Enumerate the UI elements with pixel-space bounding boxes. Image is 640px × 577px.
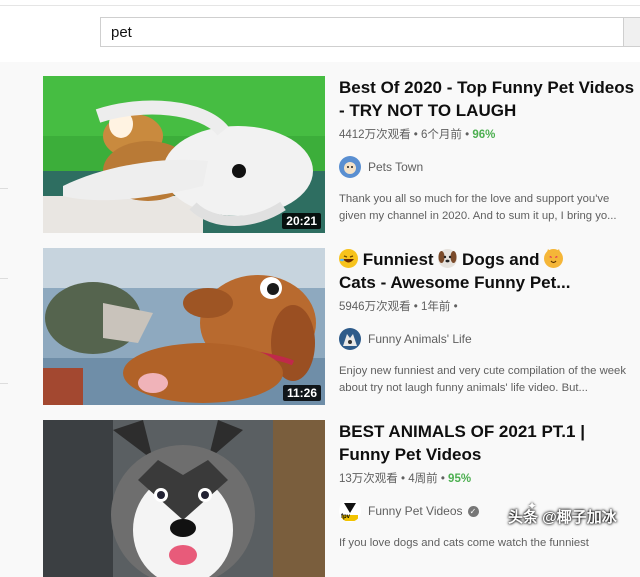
channel-name[interactable]: Funny Animals' Life	[368, 332, 472, 346]
channel-name[interactable]: Funny Pet Videos	[368, 504, 463, 518]
video-description: Thank you all so much for the love and s…	[339, 193, 617, 222]
cat-face-icon	[544, 249, 564, 268]
upload-age: 6个月前	[421, 129, 462, 141]
thumbnail-image	[43, 248, 325, 405]
video-meta: 5946万次观看 • 1年前 •	[339, 301, 458, 313]
video-description: If you love dogs and cats come watch the…	[339, 537, 589, 549]
video-title[interactable]: Best Of 2020 - Top Funny Pet Videos - TR…	[339, 76, 639, 122]
avatar-text: fpv	[341, 514, 350, 520]
channel-avatar[interactable]: fpv	[339, 500, 361, 522]
video-thumbnail[interactable]: 20:21	[43, 76, 325, 233]
rating-percent: 96%	[472, 129, 496, 141]
video-meta: 4412万次观看 • 6个月前 • 96%	[339, 129, 496, 141]
video-info: BEST ANIMALS OF 2021 PT.1 | Funny Pet Vi…	[339, 420, 639, 552]
video-duration: 20:21	[282, 213, 321, 229]
video-info: Best Of 2020 - Top Funny Pet Videos - TR…	[339, 76, 639, 224]
video-description: Enjoy new funniest and very cute compila…	[339, 365, 626, 394]
channel-avatar[interactable]	[339, 328, 361, 350]
video-result[interactable]: 11:26 Funniest Dogs and Cats - Awesome F…	[22, 242, 640, 405]
results-list: 20:21 Best Of 2020 - Top Funny Pet Video…	[22, 70, 640, 577]
rating-percent: 95%	[448, 473, 472, 485]
view-count: 13万次观看	[339, 473, 398, 485]
thumbnail-image	[43, 420, 325, 577]
search-button[interactable]	[624, 17, 640, 47]
video-thumbnail[interactable]: 11:26	[43, 248, 325, 405]
video-thumbnail[interactable]	[43, 420, 325, 577]
top-divider	[0, 5, 640, 6]
video-result[interactable]: BEST ANIMALS OF 2021 PT.1 | Funny Pet Vi…	[22, 414, 640, 577]
channel-row[interactable]: Funny Animals' Life	[339, 328, 639, 350]
channel-avatar[interactable]	[339, 156, 361, 178]
top-bar	[0, 0, 640, 62]
channel-name[interactable]: Pets Town	[368, 160, 423, 174]
search-input[interactable]	[101, 18, 623, 46]
video-duration: 11:26	[282, 385, 321, 401]
upload-age: 1年前	[421, 301, 451, 313]
view-count: 4412万次观看	[339, 129, 411, 141]
video-info: Funniest Dogs and Cats - Awesome Funny P…	[339, 248, 639, 396]
video-title[interactable]: BEST ANIMALS OF 2021 PT.1 | Funny Pet Vi…	[339, 420, 639, 466]
video-title[interactable]: Funniest Dogs and Cats - Awesome Funny P…	[339, 248, 639, 294]
watermark: 头条 @椰子加冰	[508, 509, 617, 526]
search-box[interactable]	[100, 17, 624, 47]
laughing-face-icon	[339, 249, 358, 268]
title-part: Dogs and	[462, 250, 540, 269]
title-part: Cats - Awesome Funny Pet...	[339, 273, 571, 292]
channel-row[interactable]: Pets Town	[339, 156, 639, 178]
dog-face-icon	[438, 249, 458, 268]
title-part: Funniest	[362, 250, 434, 269]
view-count: 5946万次观看	[339, 301, 411, 313]
verified-check-icon: ✓	[467, 505, 479, 517]
video-meta: 13万次观看 • 4周前 • 95%	[339, 473, 472, 485]
video-result[interactable]: 20:21 Best Of 2020 - Top Funny Pet Video…	[22, 70, 640, 233]
thumbnail-image	[43, 76, 325, 233]
upload-age: 4周前	[408, 473, 438, 485]
